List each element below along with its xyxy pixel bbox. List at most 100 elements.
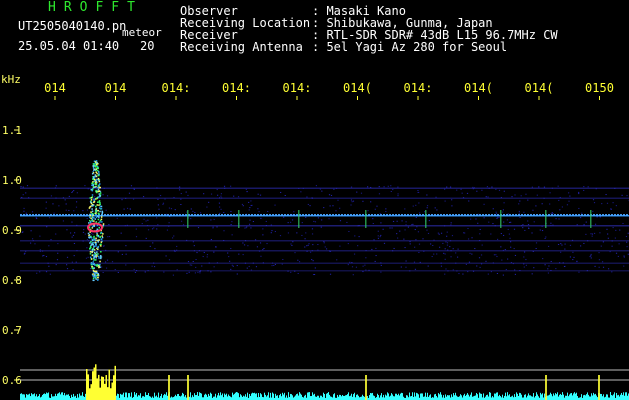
noise-speckle — [357, 245, 359, 247]
histogram-bar — [276, 395, 277, 400]
histogram-bar — [340, 394, 341, 400]
histogram-spike — [187, 375, 189, 400]
carrier-dot — [209, 214, 211, 216]
histogram-bar — [393, 396, 394, 400]
histogram-bar — [122, 394, 123, 400]
histogram-bar — [554, 395, 555, 400]
histogram-bar — [527, 395, 528, 400]
histogram-bar — [475, 395, 476, 400]
histogram-bar — [74, 396, 75, 400]
histogram-bar — [550, 392, 551, 400]
noise-speckle — [301, 234, 303, 236]
noise-speckle — [83, 229, 85, 231]
histogram-bar — [313, 394, 314, 400]
meteor-pixel — [90, 258, 93, 260]
histogram-bar — [164, 393, 165, 400]
histogram-bar — [367, 395, 368, 400]
carrier-dot — [596, 214, 598, 216]
histogram-bar — [284, 392, 285, 400]
meteor-pixel — [100, 256, 102, 258]
noise-speckle — [445, 268, 447, 270]
carrier-dot — [395, 214, 397, 216]
histogram-bar — [175, 394, 176, 400]
noise-speckle — [145, 220, 147, 222]
noise-speckle — [108, 236, 111, 238]
meteor-pixel — [100, 218, 103, 221]
carrier-dot — [200, 214, 202, 216]
noise-speckle — [444, 253, 446, 255]
histogram-bar — [460, 394, 461, 400]
meteor-pixel — [96, 204, 98, 206]
noise-speckle — [48, 265, 50, 267]
carrier-dot — [377, 214, 379, 216]
noise-speckle — [274, 263, 277, 265]
noise-speckle — [246, 267, 248, 269]
noise-speckle — [323, 242, 325, 244]
noise-speckle — [430, 243, 432, 245]
noise-speckle — [168, 259, 171, 261]
histogram-bar — [590, 396, 591, 400]
meteor-pixel — [95, 210, 97, 212]
noise-speckle — [350, 186, 353, 188]
meteor-pixel — [91, 184, 93, 187]
noise-speckle — [284, 194, 286, 196]
histogram-bar — [232, 392, 233, 400]
histogram-bar — [561, 394, 562, 400]
noise-speckle — [535, 205, 537, 207]
histogram-bar — [616, 392, 617, 400]
noise-speckle — [397, 195, 399, 197]
carrier-dot — [113, 214, 115, 216]
noise-speckle — [266, 243, 268, 245]
noise-speckle — [611, 271, 613, 273]
histogram-bar — [327, 393, 328, 400]
meteor-pixel — [97, 253, 99, 255]
histogram-bar — [228, 394, 229, 400]
carrier-dot — [410, 214, 412, 216]
histogram-bar — [584, 394, 585, 400]
noise-speckle — [500, 233, 502, 235]
meteor-pixel — [93, 276, 96, 278]
noise-speckle — [578, 207, 580, 209]
histogram-bar — [34, 393, 35, 400]
histogram-bar — [461, 395, 462, 400]
noise-speckle — [55, 264, 57, 266]
histogram-bar — [206, 394, 207, 400]
noise-speckle — [166, 229, 169, 231]
meteor-pixel — [95, 243, 98, 246]
carrier-dot — [383, 214, 385, 216]
histogram-bar — [494, 393, 495, 400]
noise-speckle — [223, 185, 226, 187]
noise-speckle — [578, 191, 580, 193]
noise-speckle — [503, 221, 505, 223]
histogram-bar — [373, 395, 374, 400]
noise-speckle — [152, 242, 154, 244]
histogram-bar — [447, 395, 448, 400]
noise-speckle — [377, 230, 379, 232]
carrier-dot — [521, 214, 523, 216]
noise-speckle — [86, 218, 88, 220]
meteor-pixel — [91, 219, 93, 222]
noise-speckle — [252, 221, 255, 223]
carrier-dot — [473, 214, 475, 216]
histogram-spike — [168, 375, 170, 400]
signal-blip — [425, 210, 427, 228]
noise-speckle — [231, 264, 233, 266]
carrier-dot — [446, 214, 448, 216]
carrier-dot — [65, 214, 67, 216]
carrier-dot — [536, 214, 538, 216]
noise-speckle — [135, 228, 137, 230]
noise-band — [20, 197, 629, 199]
histogram-bar — [176, 396, 177, 400]
histogram-peak-bar — [87, 374, 89, 400]
noise-speckle — [591, 235, 593, 237]
noise-speckle — [400, 266, 402, 268]
carrier-dot — [491, 214, 493, 216]
meteor-pixel — [93, 267, 95, 269]
carrier-dot — [335, 214, 337, 216]
histogram-bar — [399, 395, 400, 400]
carrier-dot — [62, 214, 64, 216]
carrier-dot — [293, 214, 295, 216]
noise-speckle — [212, 226, 214, 228]
meteor-pixel — [100, 207, 103, 210]
carrier-dot — [551, 214, 553, 216]
